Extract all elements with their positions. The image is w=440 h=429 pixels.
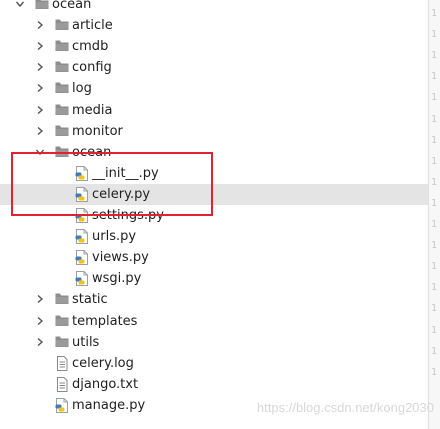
tree-file-wsgi-py[interactable]: wsgi.py <box>0 268 428 289</box>
tree-item-label: wsgi.py <box>92 271 142 287</box>
tree-item-label: views.py <box>92 250 149 266</box>
gutter-line-number: 1 <box>431 176 438 188</box>
folder-icon <box>35 0 49 12</box>
gutter-line-number: 1 <box>431 324 438 336</box>
gutter-line-number: 1 <box>431 113 438 125</box>
tree-item-label: celery.log <box>72 355 134 371</box>
gutter-line-number: 1 <box>431 71 438 83</box>
folder-icon <box>55 124 69 139</box>
tree-file-settings-py[interactable]: settings.py <box>0 205 428 226</box>
chevron-right-icon[interactable] <box>36 63 44 72</box>
chevron-down-icon[interactable] <box>16 0 24 8</box>
chevron-right-icon[interactable] <box>36 105 44 114</box>
tree-item-label: monitor <box>72 123 123 139</box>
tree-folder-templates[interactable]: templates <box>0 311 428 332</box>
python-file-icon <box>55 397 69 413</box>
text-file-icon <box>55 355 69 371</box>
python-file-icon <box>75 271 89 287</box>
text-file-icon <box>55 376 69 392</box>
gutter-line-number: 1 <box>431 345 438 357</box>
chevron-right-icon[interactable] <box>36 126 44 135</box>
tree-folder-static[interactable]: static <box>0 289 428 310</box>
tree-item-label: article <box>72 18 113 34</box>
tree-item-label: media <box>72 102 113 118</box>
tree-file-django-txt[interactable]: django.txt <box>0 374 428 395</box>
gutter-line-number: 1 <box>431 29 438 41</box>
python-file-icon <box>75 250 89 266</box>
tree-item-label: celery.py <box>92 186 151 202</box>
gutter-line-number: 1 <box>431 155 438 167</box>
folder-icon <box>55 103 69 118</box>
tree-file-views-py[interactable]: views.py <box>0 247 428 268</box>
folder-icon <box>55 39 69 54</box>
folder-icon <box>55 335 69 350</box>
tree-item-label: settings.py <box>92 208 164 223</box>
tree-file--init-py[interactable]: __init__.py <box>0 163 428 184</box>
gutter-line-number: 1 <box>431 50 438 62</box>
tree-item-label: ocean <box>52 0 92 12</box>
tree-folder-ocean[interactable]: ocean <box>0 142 428 163</box>
gutter-line-number: 1 <box>431 92 438 104</box>
tree-item-label: ocean <box>72 144 112 160</box>
python-file-icon <box>75 186 89 202</box>
chevron-right-icon[interactable] <box>36 42 44 51</box>
gutter-line-number: 1 <box>431 282 438 294</box>
tree-item-label: config <box>72 60 112 76</box>
watermark: https://blog.csdn.net/kong2030 <box>256 400 434 415</box>
tree-folder-config[interactable]: config <box>0 57 428 78</box>
tree-item-label: urls.py <box>92 229 137 245</box>
chevron-right-icon[interactable] <box>36 21 44 30</box>
tree-item-label: __init__.py <box>92 165 159 181</box>
python-file-icon <box>75 208 89 223</box>
gutter-line-number: 1 <box>431 219 438 230</box>
folder-icon <box>55 314 69 329</box>
tree-file-urls-py[interactable]: urls.py <box>0 226 428 247</box>
tree-folder-log[interactable]: log <box>0 78 428 99</box>
gutter-line-number: 1 <box>431 240 438 252</box>
project-tree: ocean article cmdb config log media monitor oce… <box>0 0 428 429</box>
folder-icon <box>55 81 69 96</box>
editor-gutter: 1 1 1 1 1 1 1 1 1 1 1 1 1 1 1 1 1 1 <box>428 0 440 429</box>
tree-item-label: static <box>72 292 108 308</box>
folder-icon <box>55 18 69 33</box>
chevron-right-icon[interactable] <box>36 337 44 346</box>
tree-folder-utils[interactable]: utils <box>0 332 428 353</box>
tree-item-label: django.txt <box>72 376 139 392</box>
chevron-down-icon[interactable] <box>36 148 44 156</box>
tree-root-ocean[interactable]: ocean <box>0 0 428 15</box>
gutter-line-number: 1 <box>431 8 438 19</box>
folder-icon <box>55 145 69 160</box>
tree-item-label: log <box>72 81 92 97</box>
tree-folder-cmdb[interactable]: cmdb <box>0 36 428 57</box>
tree-file-celery-log[interactable]: celery.log <box>0 353 428 374</box>
chevron-right-icon[interactable] <box>36 84 44 93</box>
gutter-line-number: 1 <box>431 134 438 146</box>
chevron-right-icon[interactable] <box>36 295 44 304</box>
tree-folder-media[interactable]: media <box>0 100 428 121</box>
tree-folder-monitor[interactable]: monitor <box>0 121 428 142</box>
tree-item-label: cmdb <box>72 39 109 55</box>
tree-item-label: manage.py <box>72 397 146 413</box>
gutter-line-number: 1 <box>431 197 438 209</box>
gutter-line-number: 1 <box>431 261 438 273</box>
chevron-right-icon[interactable] <box>36 316 44 325</box>
tree-file-celery-py[interactable]: celery.py <box>0 183 428 205</box>
gutter-line-number: 1 <box>431 366 438 378</box>
folder-icon <box>55 292 69 307</box>
python-file-icon <box>75 165 89 181</box>
tree-folder-article[interactable]: article <box>0 15 428 36</box>
gutter-line-number: 1 <box>431 303 438 315</box>
tree-item-label: utils <box>72 334 100 350</box>
folder-icon <box>55 60 69 75</box>
python-file-icon <box>75 229 89 245</box>
tree-item-label: templates <box>72 313 138 329</box>
